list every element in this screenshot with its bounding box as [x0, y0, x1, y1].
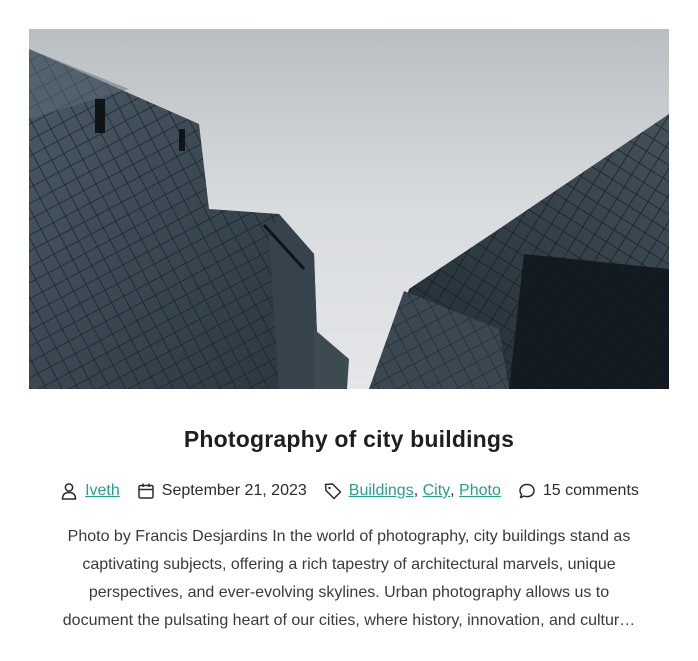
post-author: Iveth	[59, 481, 120, 501]
comment-bubble-icon	[517, 481, 537, 501]
post-meta: Iveth September 21, 2023 Buildings, City…	[0, 481, 698, 501]
post-card: Photography of city buildings Iveth Sept…	[0, 0, 698, 661]
post-date: September 21, 2023	[136, 481, 307, 501]
tag-icon	[323, 481, 343, 501]
post-excerpt: Photo by Francis Desjardins In the world…	[62, 528, 636, 629]
tag-separator: ,	[413, 482, 423, 499]
tag-link-buildings[interactable]: Buildings	[349, 482, 414, 500]
post-title[interactable]: Photography of city buildings	[0, 426, 698, 453]
calendar-icon	[136, 481, 156, 501]
featured-image-link[interactable]	[29, 29, 669, 389]
person-icon	[59, 481, 79, 501]
post-tags: Buildings, City, Photo	[323, 481, 501, 501]
tag-separator: ,	[450, 482, 460, 499]
tag-link-photo[interactable]: Photo	[459, 482, 501, 500]
tag-link-city[interactable]: City	[423, 482, 451, 500]
featured-image	[29, 29, 669, 389]
author-link[interactable]: Iveth	[85, 482, 120, 500]
post-comments: 15 comments	[517, 481, 639, 501]
comments-link[interactable]: 15 comments	[543, 482, 639, 500]
date-text: September 21, 2023	[161, 482, 307, 499]
